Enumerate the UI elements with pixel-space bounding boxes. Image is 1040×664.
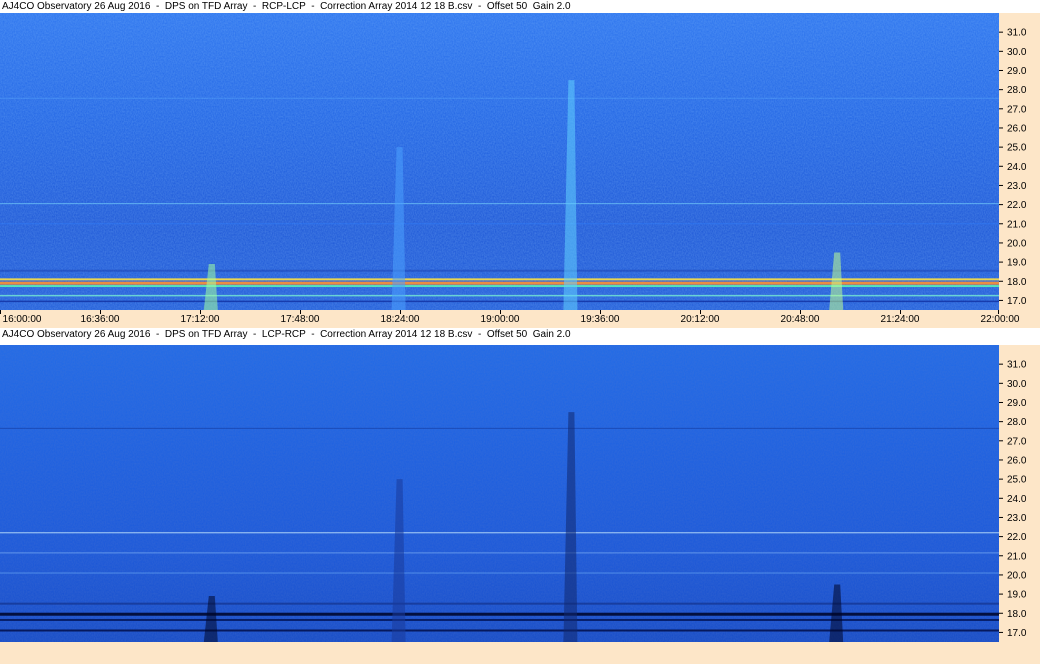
y-tick-label-8: 25.0 bbox=[1007, 475, 1027, 486]
y-tick-label-8: 25.0 bbox=[1007, 143, 1027, 154]
panel2-time-axis bbox=[0, 642, 1040, 664]
y-tick-label-2: 19.0 bbox=[1007, 258, 1027, 269]
x-tick-label-8: 20:48:00 bbox=[780, 314, 820, 325]
x-tick-label-3: 17:48:00 bbox=[280, 314, 320, 325]
y-tick-label-3: 20.0 bbox=[1007, 570, 1027, 581]
x-tick-mark-1 bbox=[100, 310, 101, 314]
y-tick-label-13: 30.0 bbox=[1007, 379, 1027, 390]
y-tick-label-4: 21.0 bbox=[1007, 219, 1027, 230]
x-tick-label-2: 17:12:00 bbox=[180, 314, 220, 325]
x-tick-label-5: 19:00:00 bbox=[480, 314, 520, 325]
spec2-svg bbox=[0, 345, 999, 642]
x-tick-label-0: 16:00:00 bbox=[2, 314, 42, 325]
panel2-spectrogram bbox=[0, 345, 999, 642]
y-tick-label-12: 29.0 bbox=[1007, 66, 1027, 77]
frequency-band-7 bbox=[0, 97, 999, 99]
panel1-title: AJ4CO Observatory 26 Aug 2016 - DPS on T… bbox=[0, 0, 1040, 13]
y-tick-label-3: 20.0 bbox=[1007, 238, 1027, 249]
y-tick-label-9: 26.0 bbox=[1007, 455, 1027, 466]
y-tick-label-10: 27.0 bbox=[1007, 436, 1027, 447]
y-tick-label-11: 28.0 bbox=[1007, 417, 1027, 428]
y-tick-label-14: 31.0 bbox=[1007, 28, 1027, 39]
x-tick-mark-10 bbox=[998, 310, 999, 314]
y-tick-label-11: 28.0 bbox=[1007, 85, 1027, 96]
y-tick-label-1: 18.0 bbox=[1007, 609, 1027, 620]
x-tick-mark-8 bbox=[800, 310, 801, 314]
x-tick-label-10: 22:00:00 bbox=[980, 314, 1020, 325]
y-tick-label-6: 23.0 bbox=[1007, 181, 1027, 192]
x-tick-label-6: 19:36:00 bbox=[580, 314, 620, 325]
panel2-title: AJ4CO Observatory 26 Aug 2016 - DPS on T… bbox=[0, 328, 1040, 341]
frequency-band-3 bbox=[0, 294, 999, 297]
spectrogram-noise bbox=[0, 345, 999, 642]
x-tick-mark-7 bbox=[700, 310, 701, 314]
y-tick-label-12: 29.0 bbox=[1007, 398, 1027, 409]
frequency-band-2 bbox=[0, 285, 999, 288]
y-tick-label-7: 24.0 bbox=[1007, 494, 1027, 505]
x-tick-mark-2 bbox=[200, 310, 201, 314]
y-tick-label-9: 26.0 bbox=[1007, 123, 1027, 134]
x-tick-mark-4 bbox=[400, 310, 401, 314]
x-tick-label-4: 18:24:00 bbox=[380, 314, 420, 325]
x-tick-label-7: 20:12:00 bbox=[680, 314, 720, 325]
spec1-svg bbox=[0, 13, 999, 310]
y-tick-label-14: 31.0 bbox=[1007, 360, 1027, 371]
frequency-band-0 bbox=[0, 281, 999, 285]
x-tick-label-1: 16:36:00 bbox=[80, 314, 120, 325]
y-tick-label-5: 22.0 bbox=[1007, 200, 1027, 211]
y-tick-label-2: 19.0 bbox=[1007, 590, 1027, 601]
x-tick-mark-6 bbox=[600, 310, 601, 314]
frequency-band-4 bbox=[0, 300, 999, 303]
x-tick-mark-9 bbox=[900, 310, 901, 314]
frequency-band-8 bbox=[0, 269, 999, 272]
y-tick-label-13: 30.0 bbox=[1007, 47, 1027, 58]
frequency-band-6 bbox=[0, 427, 999, 429]
y-tick-label-4: 21.0 bbox=[1007, 551, 1027, 562]
y-tick-label-1: 18.0 bbox=[1007, 277, 1027, 288]
x-tick-label-9: 21:24:00 bbox=[880, 314, 920, 325]
frequency-band-3 bbox=[0, 532, 999, 534]
panel2-frequency-axis: 17.0 18.0 19.0 20.0 21.0 22.0 23.0 24.0 25.0 26.0… bbox=[999, 345, 1040, 642]
y-tick-label-5: 22.0 bbox=[1007, 532, 1027, 543]
frequency-band-0 bbox=[0, 612, 999, 616]
frequency-band-5 bbox=[0, 572, 999, 574]
y-tick-label-6: 23.0 bbox=[1007, 513, 1027, 524]
x-tick-mark-3 bbox=[300, 310, 301, 314]
frequency-band-2 bbox=[0, 629, 999, 632]
y-tick-label-0: 17.0 bbox=[1007, 296, 1027, 307]
frequency-band-4 bbox=[0, 552, 999, 554]
frequency-band-6 bbox=[0, 223, 999, 225]
panel1-frequency-axis: 17.0 18.0 19.0 20.0 21.0 22.0 23.0 24.0 25.0 26.0… bbox=[999, 13, 1040, 310]
panel1-time-axis: 16:00:00 16:36:00 17:12:00 17:48:00 18:24:00… bbox=[0, 310, 1040, 328]
y-tick-label-0: 17.0 bbox=[1007, 628, 1027, 639]
frequency-band-1 bbox=[0, 618, 999, 621]
x-tick-mark-0 bbox=[0, 310, 1, 314]
frequency-band-7 bbox=[0, 602, 999, 605]
y-tick-label-7: 24.0 bbox=[1007, 162, 1027, 173]
y-tick-label-10: 27.0 bbox=[1007, 104, 1027, 115]
frequency-band-5 bbox=[0, 203, 999, 205]
spectrogram-noise bbox=[0, 13, 999, 310]
x-tick-mark-5 bbox=[500, 310, 501, 314]
panel1-spectrogram bbox=[0, 13, 999, 310]
frequency-band-1 bbox=[0, 278, 999, 281]
